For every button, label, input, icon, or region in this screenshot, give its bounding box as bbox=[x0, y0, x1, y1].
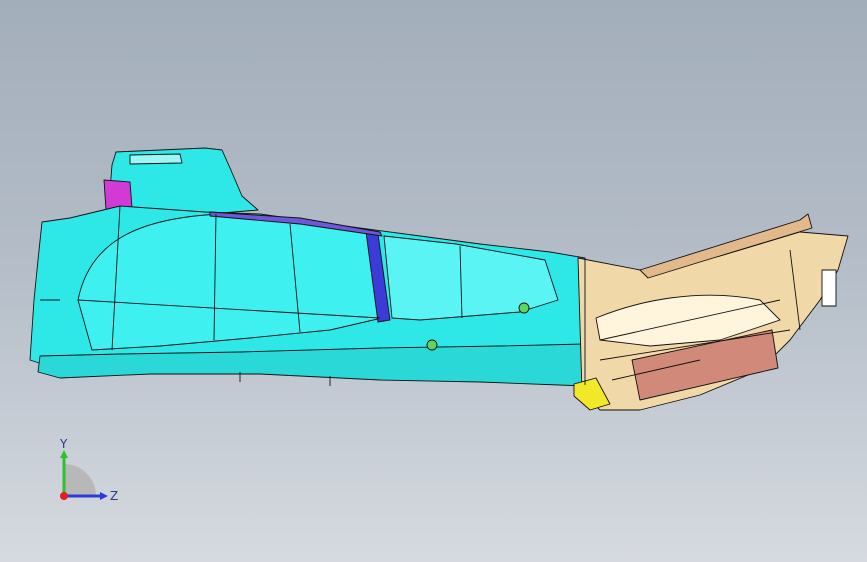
triad-shade bbox=[64, 464, 96, 496]
magenta-bracket[interactable] bbox=[103, 179, 133, 211]
z-axis-label: Z bbox=[110, 489, 118, 503]
y-axis-arrow bbox=[60, 450, 68, 458]
y-axis-label: Y bbox=[59, 437, 68, 451]
x-axis-dot bbox=[60, 492, 68, 500]
cad-3d-model[interactable] bbox=[0, 0, 867, 562]
graphics-viewport[interactable]: Y Z bbox=[0, 0, 867, 562]
fastener[interactable] bbox=[518, 302, 530, 314]
z-axis-arrow bbox=[100, 492, 108, 500]
view-orientation-triad: Y Z bbox=[59, 437, 118, 503]
tower-slot bbox=[129, 153, 183, 165]
side-window-panel[interactable] bbox=[383, 235, 559, 321]
nose-tab bbox=[821, 269, 837, 307]
fastener[interactable] bbox=[426, 339, 438, 351]
